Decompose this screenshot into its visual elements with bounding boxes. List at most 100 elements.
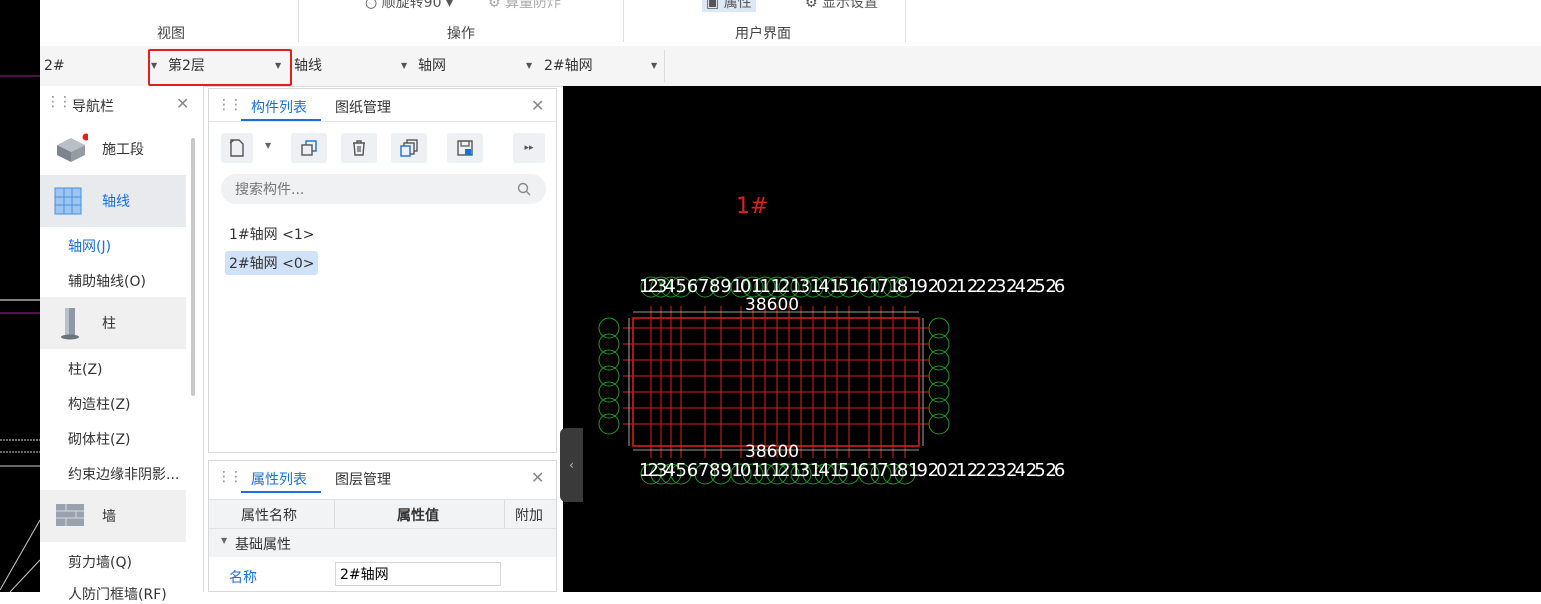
rotate-label: 顺旋转90	[381, 0, 442, 11]
nav-category-label: 轴线	[102, 194, 130, 210]
building-select[interactable]: 2#	[44, 54, 144, 78]
component-select[interactable]: 2#轴网	[544, 54, 644, 78]
new-component-button[interactable]	[221, 133, 253, 163]
save-icon	[457, 140, 473, 156]
close-icon[interactable]: ✕	[531, 96, 544, 115]
horizontal-axis-lines	[623, 327, 929, 425]
nav-category-wall[interactable]: 墙	[40, 490, 186, 542]
category-select[interactable]: 轴线	[294, 54, 394, 78]
display-settings-label: 显示设置	[822, 0, 879, 11]
nav-category-column[interactable]: 柱	[40, 297, 186, 349]
list-item[interactable]: 1#轴网 <1>	[225, 222, 318, 246]
drag-handle-icon[interactable]: ⋮⋮	[217, 97, 243, 113]
nav-header: ⋮⋮ 导航栏 ✕	[40, 86, 203, 124]
nav-scrollbar[interactable]	[191, 138, 195, 396]
selector-separator	[664, 50, 665, 82]
copy-to-floor-button[interactable]	[391, 133, 427, 163]
nav-item-axis-grid[interactable]: 轴网(J)	[68, 236, 111, 256]
ribbon-separator	[623, 0, 624, 42]
property-value-input[interactable]	[335, 562, 501, 586]
panel-divider	[209, 121, 556, 122]
nav-category-label: 柱	[102, 316, 116, 332]
nav-item-masonry-column[interactable]: 砌体柱(Z)	[68, 429, 131, 449]
ribbon-separator	[298, 0, 299, 42]
search-box[interactable]	[221, 174, 546, 204]
new-file-icon	[229, 139, 244, 157]
display-settings-button[interactable]: ⚙ 显示设置	[805, 0, 878, 12]
bottom-total-dimension: 38600	[745, 442, 800, 462]
column-header-extra: 附加	[515, 508, 543, 524]
delete-button[interactable]	[341, 133, 377, 163]
nav-item-boundary-element[interactable]: 约束边缘非阴影...	[68, 464, 179, 484]
bottom-axis-numbers: 1234 5 6 7 8 9 10 11 12 13 14 15 16 17 1…	[639, 460, 1065, 481]
collapse-panel-button[interactable]: ‹	[560, 428, 583, 502]
copy-icon	[301, 140, 317, 156]
wall-icon	[56, 504, 84, 526]
nav-category-construction-stage[interactable]: 施工段	[40, 123, 186, 175]
properties-toggle-label: 属性	[723, 0, 752, 11]
column-header-name: 属性名称	[241, 508, 297, 524]
layers-copy-icon	[400, 139, 418, 157]
ribbon-group-ui: 用户界面	[735, 26, 791, 42]
nav-category-label: 墙	[102, 509, 116, 525]
vertical-axis-lines	[650, 306, 906, 458]
section-label: 基础属性	[235, 537, 291, 553]
drag-handle-icon[interactable]: ⋮⋮	[46, 94, 72, 110]
drawing-canvas[interactable]: 1# 1234 5 6 7 8 9 10 11 12 13 14 15 16 1…	[563, 86, 1541, 592]
column-divider	[504, 500, 505, 528]
properties-panel: ⋮⋮ 属性列表 图层管理 ✕ 属性名称 属性值 附加 ▼ 基础属性 名称	[208, 460, 557, 592]
left-strip-drawing	[0, 75, 40, 592]
close-icon[interactable]: ✕	[176, 94, 189, 113]
axis-grid-icon	[54, 187, 82, 215]
copy-button[interactable]	[291, 133, 327, 163]
nav-item-aux-axis[interactable]: 辅助轴线(O)	[68, 271, 146, 291]
active-tab-indicator	[241, 491, 321, 493]
column-divider	[334, 500, 335, 528]
nav-title: 导航栏	[72, 99, 114, 115]
floor-select-highlight	[148, 49, 292, 86]
batch-button[interactable]: ⚙ 算量防炸	[488, 0, 561, 12]
close-icon[interactable]: ✕	[531, 468, 544, 487]
ribbon-group-view: 视图	[157, 26, 185, 42]
component-list-panel: ⋮⋮ 构件列表 图纸管理 ✕ ▼ ▸▸ 搜索构件... 1#轴网 <1> 2#轴…	[208, 88, 557, 453]
grid-outline	[632, 317, 920, 447]
tab-layer-manager[interactable]: 图层管理	[335, 469, 391, 489]
nav-item-civil-defense-wall[interactable]: 人防门框墙(RF)	[68, 584, 167, 604]
search-icon[interactable]	[517, 182, 531, 196]
chevron-down-icon[interactable]: ▼	[221, 536, 227, 545]
chevron-left-icon: ‹	[569, 458, 574, 472]
property-section-row[interactable]: ▼ 基础属性	[209, 529, 556, 557]
nav-item-column[interactable]: 柱(Z)	[68, 359, 103, 379]
rotate-button[interactable]: ○ 顺旋转90 ▾	[365, 0, 453, 12]
search-input[interactable]	[233, 179, 507, 201]
nav-item-shear-wall[interactable]: 剪力墙(Q)	[68, 552, 132, 572]
drag-handle-icon[interactable]: ⋮⋮	[217, 469, 243, 485]
type-select[interactable]: 轴网	[418, 54, 518, 78]
navigation-panel: ⋮⋮ 导航栏 ✕ 施工段 轴线 轴网(J) 辅助轴线(O) 柱 柱(Z) 构造柱…	[40, 86, 204, 603]
property-name: 名称	[229, 570, 257, 586]
chevron-down-icon[interactable]: ▼	[401, 54, 407, 78]
batch-label: 算量防炸	[505, 0, 562, 11]
properties-toggle-button[interactable]: ▣ 属性	[702, 0, 756, 12]
chevron-down-icon[interactable]: ▼	[265, 141, 271, 150]
top-total-dimension: 38600	[745, 295, 800, 315]
tab-drawing-manager[interactable]: 图纸管理	[335, 97, 391, 117]
nav-category-label: 施工段	[102, 142, 144, 158]
axis-bubbles-right	[928, 317, 950, 435]
more-tools-button[interactable]: ▸▸	[513, 133, 545, 163]
nav-item-constructional-column[interactable]: 构造柱(Z)	[68, 394, 131, 414]
chevron-down-icon[interactable]: ▼	[526, 54, 532, 78]
ribbon-group-operation: 操作	[447, 26, 475, 42]
left-canvas-strip	[0, 0, 40, 592]
ribbon-separator	[905, 0, 906, 42]
tab-component-list[interactable]: 构件列表	[251, 97, 307, 117]
chevron-down-icon[interactable]: ▼	[651, 54, 657, 78]
axis-bubbles-left	[598, 317, 620, 435]
column-icon	[61, 308, 79, 340]
nav-category-axis[interactable]: 轴线	[40, 175, 186, 227]
dimension-lines	[628, 311, 924, 451]
double-chevron-right-icon: ▸▸	[524, 143, 534, 153]
save-template-button[interactable]	[447, 133, 483, 163]
tab-property-list[interactable]: 属性列表	[251, 469, 307, 489]
list-item-selected[interactable]: 2#轴网 <0>	[225, 251, 319, 275]
